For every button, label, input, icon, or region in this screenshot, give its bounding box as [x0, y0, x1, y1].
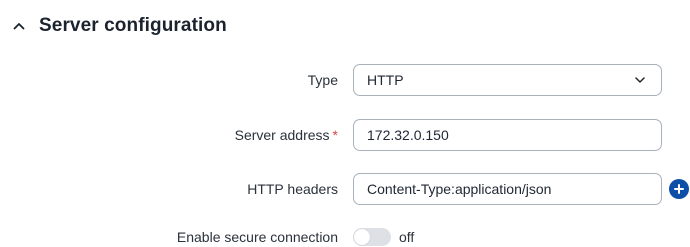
- required-mark: *: [332, 127, 338, 143]
- http-headers-input[interactable]: [367, 174, 661, 204]
- plus-icon: [674, 184, 684, 194]
- type-select-value: HTTP: [367, 72, 404, 88]
- secure-connection-toggle[interactable]: [353, 228, 391, 246]
- http-headers-label: HTTP headers: [247, 181, 338, 197]
- secure-connection-state: off: [399, 229, 415, 245]
- chevron-up-icon[interactable]: [12, 19, 26, 33]
- server-address-label-text: Server address: [234, 127, 330, 143]
- http-headers-field[interactable]: [353, 173, 662, 205]
- secure-connection-label: Enable secure connection: [176, 229, 338, 245]
- type-select[interactable]: HTTP: [353, 64, 662, 96]
- form-row-http-headers: HTTP headers: [0, 173, 690, 205]
- chevron-down-icon[interactable]: [625, 65, 655, 95]
- add-header-button[interactable]: [669, 179, 689, 199]
- form-row-secure-connection: Enable secure connection off: [0, 221, 690, 247]
- server-configuration-panel: Server configuration Type HTTP Server ad…: [0, 0, 690, 247]
- server-address-input[interactable]: [367, 120, 661, 150]
- section-header-server-configuration[interactable]: Server configuration: [12, 10, 227, 42]
- server-address-label: Server address *: [235, 119, 338, 151]
- server-address-field[interactable]: [353, 119, 662, 151]
- section-title: Server configuration: [39, 15, 227, 36]
- form-row-server-address: Server address *: [0, 119, 690, 151]
- type-label: Type: [307, 72, 338, 88]
- toggle-knob: [354, 229, 370, 245]
- form-row-type: Type HTTP: [0, 64, 690, 96]
